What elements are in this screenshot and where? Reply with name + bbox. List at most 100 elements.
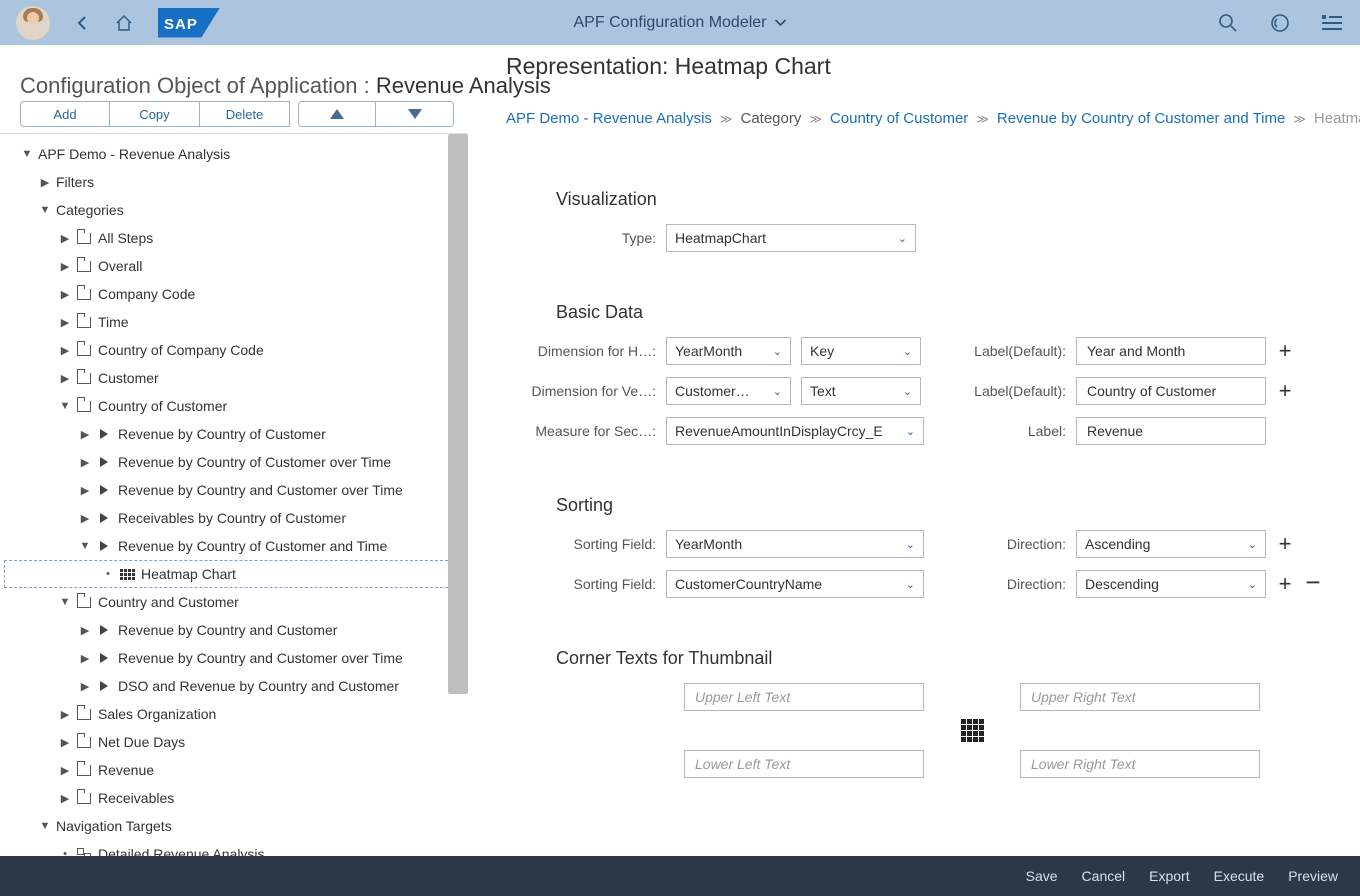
expand-toggle[interactable]: ▶ <box>58 792 72 805</box>
expand-toggle[interactable]: ▶ <box>78 428 92 441</box>
remove-row-button[interactable]: − <box>1304 572 1322 592</box>
copy-button[interactable]: Copy <box>110 101 200 127</box>
tree-category[interactable]: ▶Country of Company Code <box>0 336 468 364</box>
expand-toggle[interactable]: ▶ <box>58 736 72 749</box>
add-row-button[interactable]: + <box>1276 381 1294 401</box>
tree-step[interactable]: ▶Revenue by Country of Customer over Tim… <box>0 448 468 476</box>
tree-root[interactable]: ▼APF Demo - Revenue Analysis <box>0 140 468 168</box>
breadcrumb-link[interactable]: Revenue by Country of Customer and Time <box>997 110 1285 127</box>
tree-filters[interactable]: ▶Filters <box>0 168 468 196</box>
delete-button[interactable]: Delete <box>200 101 290 127</box>
move-down-button[interactable] <box>376 101 454 127</box>
dim-v-select[interactable]: Customer…⌄ <box>666 377 791 405</box>
preview-button[interactable]: Preview <box>1288 868 1338 884</box>
execute-button[interactable]: Execute <box>1214 868 1265 884</box>
expand-toggle[interactable]: ▶ <box>78 680 92 693</box>
tree-step[interactable]: ▶Revenue by Country and Customer over Ti… <box>0 644 468 672</box>
leaf-bullet: • <box>101 568 115 580</box>
triangle-down-icon <box>408 109 422 119</box>
expand-toggle[interactable]: ▼ <box>20 148 34 160</box>
sort-field1-select[interactable]: YearMonth⌄ <box>666 530 924 558</box>
breadcrumb-link[interactable]: APF Demo - Revenue Analysis <box>506 110 712 127</box>
expand-toggle[interactable]: ▶ <box>78 484 92 497</box>
export-button[interactable]: Export <box>1149 868 1189 884</box>
tree-category[interactable]: ▶Time <box>0 308 468 336</box>
chevron-down-icon: ⌄ <box>773 385 782 398</box>
search-icon[interactable] <box>1216 11 1240 35</box>
cancel-button[interactable]: Cancel <box>1082 868 1126 884</box>
tree-category[interactable]: ▼Country of Customer <box>0 392 468 420</box>
tree-step[interactable]: ▼Revenue by Country of Customer and Time <box>0 532 468 560</box>
corner-lower-left-input[interactable] <box>684 750 924 778</box>
add-row-button[interactable]: + <box>1276 574 1294 594</box>
user-avatar[interactable] <box>16 6 50 40</box>
expand-toggle[interactable]: ▶ <box>78 512 92 525</box>
expand-toggle[interactable]: ▶ <box>58 232 72 245</box>
dim-h-format-select[interactable]: Key⌄ <box>801 337 921 365</box>
chevron-down-icon <box>774 19 786 27</box>
expand-toggle[interactable]: ▶ <box>78 624 92 637</box>
expand-toggle[interactable]: ▼ <box>38 204 52 216</box>
home-icon[interactable] <box>112 11 136 35</box>
add-row-button[interactable]: + <box>1276 341 1294 361</box>
tree-step[interactable]: ▶Revenue by Country and Customer over Ti… <box>0 476 468 504</box>
tree-nav-target[interactable]: •Detailed Revenue Analysis <box>0 840 468 856</box>
measure-labeltext-input[interactable] <box>1076 417 1266 445</box>
tree-representation-selected[interactable]: • Heatmap Chart <box>4 560 458 588</box>
corner-lower-right-input[interactable] <box>1020 750 1260 778</box>
expand-toggle[interactable]: ▶ <box>78 652 92 665</box>
expand-toggle[interactable]: ▶ <box>58 708 72 721</box>
tree-step[interactable]: ▶Revenue by Country and Customer <box>0 616 468 644</box>
tree-category[interactable]: ▶Company Code <box>0 280 468 308</box>
dim-h-select[interactable]: YearMonth⌄ <box>666 337 791 365</box>
expand-toggle[interactable]: ▶ <box>58 288 72 301</box>
breadcrumb-sep-icon: ≫ <box>720 112 733 126</box>
expand-toggle[interactable]: ▶ <box>78 456 92 469</box>
tree-nav-targets[interactable]: ▼Navigation Targets <box>0 812 468 840</box>
move-up-button[interactable] <box>298 101 376 127</box>
add-row-button[interactable]: + <box>1276 534 1294 554</box>
chevron-down-icon: ⌄ <box>906 578 915 591</box>
menu-icon[interactable] <box>1320 11 1344 35</box>
type-select[interactable]: HeatmapChart⌄ <box>666 224 916 252</box>
tree-category[interactable]: ▼Country and Customer <box>0 588 468 616</box>
add-button[interactable]: Add <box>20 101 110 127</box>
tree-category[interactable]: ▶Customer <box>0 364 468 392</box>
dim-v-labeltext-input[interactable] <box>1076 377 1266 405</box>
direction1-select[interactable]: Ascending⌄ <box>1076 530 1266 558</box>
measure-select[interactable]: RevenueAmountInDisplayCrcy_E⌄ <box>666 417 924 445</box>
shell-title[interactable]: APF Configuration Modeler <box>574 14 787 32</box>
dim-v-format-select[interactable]: Text⌄ <box>801 377 921 405</box>
tree-step[interactable]: ▶DSO and Revenue by Country and Customer <box>0 672 468 700</box>
tree-category[interactable]: ▶Overall <box>0 252 468 280</box>
expand-toggle[interactable]: ▶ <box>58 372 72 385</box>
expand-toggle[interactable]: ▼ <box>78 540 92 552</box>
tree-categories[interactable]: ▼Categories <box>0 196 468 224</box>
tree-category[interactable]: ▶Sales Organization <box>0 700 468 728</box>
corner-upper-right-input[interactable] <box>1020 683 1260 711</box>
sort-field2-select[interactable]: CustomerCountryName⌄ <box>666 570 924 598</box>
page-title: Configuration Object of Application : Re… <box>0 57 571 105</box>
expand-toggle[interactable]: ▶ <box>58 316 72 329</box>
expand-toggle[interactable]: ▼ <box>38 820 52 832</box>
expand-toggle[interactable]: ▶ <box>58 260 72 273</box>
expand-toggle[interactable]: ▼ <box>58 400 72 412</box>
back-icon[interactable] <box>70 11 94 35</box>
tree-step[interactable]: ▶Receivables by Country of Customer <box>0 504 468 532</box>
expand-toggle[interactable]: ▶ <box>58 344 72 357</box>
direction2-select[interactable]: Descending⌄ <box>1076 570 1266 598</box>
save-button[interactable]: Save <box>1026 868 1058 884</box>
tree-category[interactable]: ▶All Steps <box>0 224 468 252</box>
expand-toggle[interactable]: ▼ <box>58 596 72 608</box>
expand-toggle[interactable]: ▶ <box>58 764 72 777</box>
copilot-icon[interactable] <box>1268 11 1292 35</box>
expand-toggle[interactable]: ▶ <box>38 176 52 189</box>
tree-category[interactable]: ▶Revenue <box>0 756 468 784</box>
tree-step[interactable]: ▶Revenue by Country of Customer <box>0 420 468 448</box>
breadcrumb-link[interactable]: Country of Customer <box>830 110 968 127</box>
tree-category[interactable]: ▶Net Due Days <box>0 728 468 756</box>
tree-category[interactable]: ▶Receivables <box>0 784 468 812</box>
tree-scrollbar[interactable] <box>448 134 468 694</box>
corner-upper-left-input[interactable] <box>684 683 924 711</box>
dim-h-labeltext-input[interactable] <box>1076 337 1266 365</box>
